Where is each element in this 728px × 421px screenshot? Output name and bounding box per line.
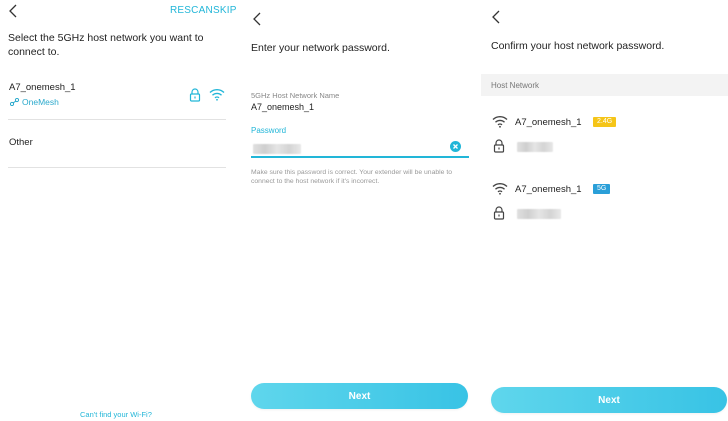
masked-password: [517, 209, 561, 219]
skip-button[interactable]: SKIP: [213, 5, 236, 16]
password-entry-screen: Enter your network password. 5GHz Host N…: [240, 0, 478, 421]
host-network-entry: A7_onemesh_1 5G: [481, 179, 728, 229]
page-title: Select the 5GHz host network you want to…: [8, 32, 204, 58]
host-network-name-value: A7_onemesh_1: [251, 102, 315, 112]
section-header-label: Host Network: [491, 81, 540, 90]
network-name: A7_onemesh_1: [9, 82, 76, 93]
page-title: Confirm your host network password.: [491, 40, 665, 52]
divider: [8, 119, 226, 120]
confirm-password-screen: Confirm your host network password. Host…: [481, 0, 728, 421]
masked-password: [517, 142, 553, 152]
lock-icon: [189, 88, 201, 102]
helper-text: Make sure this password is correct. Your…: [251, 169, 452, 185]
other-network-item[interactable]: Other: [0, 125, 236, 165]
lock-icon: [493, 139, 505, 153]
password-label: Password: [251, 126, 287, 135]
host-network-section-header: Host Network: [481, 74, 728, 96]
other-label: Other: [9, 137, 33, 148]
network-list-item[interactable]: A7_onemesh_1 OneMesh: [0, 76, 236, 118]
host-network-name-label: 5GHz Host Network Name: [251, 91, 340, 100]
wifi-icon: [209, 88, 225, 101]
chevron-left-icon[interactable]: [491, 10, 505, 26]
host-network-entry: A7_onemesh_1 2.4G: [481, 112, 728, 162]
password-underline: [251, 156, 469, 158]
band-badge-5g: 5G: [593, 184, 611, 194]
network-select-screen: RESCAN SKIP Select the 5GHz host network…: [0, 0, 236, 421]
divider: [8, 167, 226, 168]
page-title: Enter your network password.: [251, 42, 390, 54]
rescan-button[interactable]: RESCAN: [170, 5, 213, 16]
lock-icon: [493, 206, 505, 220]
wifi-icon: [492, 182, 508, 195]
masked-password: [253, 144, 301, 154]
onemesh-badge: OneMesh: [10, 97, 59, 107]
clear-icon[interactable]: [450, 141, 461, 152]
host-network-name: A7_onemesh_1: [515, 117, 582, 128]
next-button[interactable]: Next: [251, 383, 468, 409]
host-network-name: A7_onemesh_1: [515, 184, 582, 195]
band-badge-24g: 2.4G: [593, 117, 617, 127]
onemesh-icon: [10, 98, 19, 106]
chevron-left-icon[interactable]: [8, 4, 22, 20]
onemesh-label: OneMesh: [22, 97, 59, 107]
cant-find-wifi-link[interactable]: Can't find your Wi-Fi?: [80, 410, 152, 419]
chevron-left-icon[interactable]: [252, 12, 266, 28]
next-button[interactable]: Next: [491, 387, 727, 413]
wifi-icon: [492, 115, 508, 128]
